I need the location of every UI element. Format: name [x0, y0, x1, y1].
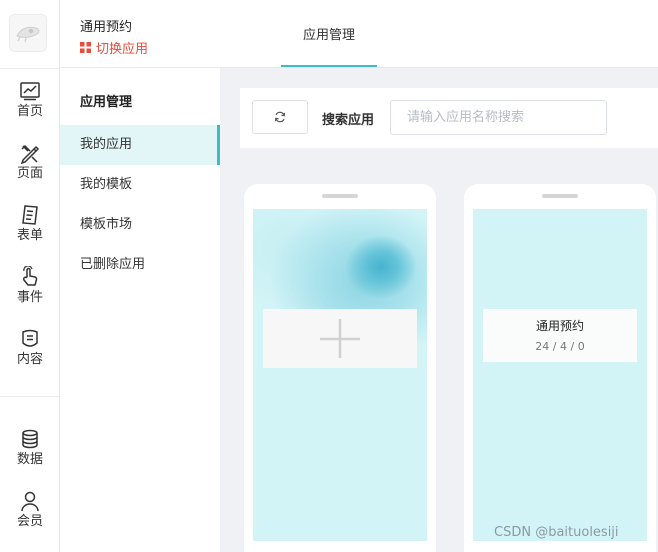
app-stats: 24 / 4 / 0: [535, 340, 585, 353]
rail-item-label: 页面: [16, 166, 43, 181]
phone-speaker: [542, 194, 578, 198]
watermark: CSDN @baituolesiji: [494, 525, 619, 540]
subnav-item-deleted-apps[interactable]: 已删除应用: [60, 245, 220, 285]
hand-tap-icon: [22, 266, 38, 286]
tab-app-management[interactable]: 应用管理: [281, 0, 377, 67]
rail-item-event[interactable]: 事件: [0, 266, 60, 306]
rail-item-label: 会员: [16, 514, 43, 529]
grid-icon: [80, 42, 91, 53]
phone-speaker: [322, 194, 358, 198]
form-icon: [22, 205, 38, 225]
subnav-item-my-templates[interactable]: 我的模板: [60, 165, 220, 205]
chart-icon: [20, 82, 40, 101]
content-icon: [22, 329, 38, 347]
create-app-button[interactable]: [263, 309, 417, 368]
app-logo[interactable]: [9, 14, 47, 52]
rail-item-form[interactable]: 表单: [0, 204, 60, 244]
rail-item-label: 首页: [16, 104, 43, 119]
search-label: 搜索应用: [322, 113, 375, 128]
top-header: 通用预约 切换应用 应用管理: [60, 0, 658, 68]
rail-item-label: 数据: [16, 452, 43, 467]
rail-item-page[interactable]: 页面: [0, 142, 60, 182]
subnav-item-template-market[interactable]: 模板市场: [60, 205, 220, 245]
logo-icon: [16, 26, 40, 43]
left-nav-rail: 首页 页面 表单 事件 内容 数据 会员: [0, 0, 60, 552]
subnav-item-label: 我的应用: [80, 137, 133, 152]
app-phone-card: 通用预约 24 / 4 / 0: [464, 184, 656, 552]
rail-item-member[interactable]: 会员: [0, 490, 60, 530]
plus-icon: [320, 319, 360, 358]
rail-item-label: 内容: [16, 352, 43, 367]
refresh-icon: [274, 111, 286, 123]
rail-item-label: 事件: [16, 290, 43, 305]
user-icon: [21, 491, 39, 512]
rail-item-home[interactable]: 首页: [0, 80, 60, 120]
subnav-title: 应用管理: [80, 95, 133, 110]
rail-item-label: 表单: [16, 228, 43, 243]
refresh-button[interactable]: [252, 100, 308, 134]
current-app-title: 通用预约: [80, 20, 133, 35]
new-app-phone-card: [244, 184, 436, 552]
rail-item-content[interactable]: 内容: [0, 328, 60, 368]
secondary-sidebar: 应用管理 我的应用 我的模板 模板市场 已删除应用: [60, 68, 220, 552]
search-toolbar: 搜索应用: [240, 88, 658, 148]
subnav-item-label: 模板市场: [80, 217, 133, 232]
switch-app-button[interactable]: 切换应用: [80, 38, 148, 57]
switch-app-label: 切换应用: [96, 42, 149, 57]
rail-divider: [0, 68, 60, 69]
app-name: 通用预约: [535, 319, 584, 333]
subnav-item-my-apps[interactable]: 我的应用: [60, 125, 220, 165]
subnav-item-label: 已删除应用: [80, 257, 146, 272]
database-icon: [22, 429, 38, 449]
rail-divider: [0, 396, 60, 397]
subnav-item-label: 我的模板: [80, 177, 133, 192]
tab-label: 应用管理: [302, 28, 355, 43]
phone-screen: 通用预约 24 / 4 / 0: [473, 209, 647, 541]
app-item[interactable]: 通用预约 24 / 4 / 0: [483, 309, 637, 362]
search-input[interactable]: [390, 100, 607, 135]
phone-screen: [253, 209, 427, 541]
edit-tools-icon: [20, 144, 40, 164]
rail-item-data[interactable]: 数据: [0, 428, 60, 468]
